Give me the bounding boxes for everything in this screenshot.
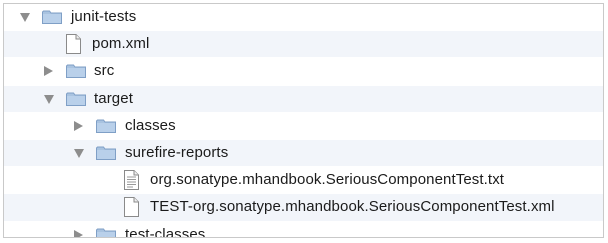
tree-row-src[interactable]: src [4, 58, 603, 86]
tree-row-surefire-reports[interactable]: surefire-reports [4, 139, 603, 168]
disclosure-collapsed-icon[interactable] [74, 120, 83, 131]
tree-row-pom-xml[interactable]: pom.xml [4, 31, 603, 59]
tree-row-classes[interactable]: classes [4, 113, 603, 140]
disclosure-expanded-icon[interactable] [44, 94, 54, 104]
disclosure-collapsed-icon[interactable] [44, 66, 53, 77]
tree-row-test-classes[interactable]: test-classes [4, 222, 603, 238]
tree-item-label: src [94, 62, 115, 80]
tree-row-xml-report[interactable]: TEST-org.sonatype.mhandbook.SeriousCompo… [4, 194, 603, 222]
folder-icon [66, 64, 86, 79]
tree-row-target[interactable]: target [4, 85, 603, 113]
tree-item-label: surefire-reports [125, 143, 229, 161]
tree-item-label: classes [125, 116, 176, 134]
tree-item-label: test-classes [125, 225, 206, 238]
folder-icon [96, 228, 116, 237]
disclosure-expanded-icon[interactable] [74, 148, 84, 158]
file-tree: junit-tests pom.xml src target classes s… [3, 3, 604, 238]
document-icon [66, 34, 81, 55]
folder-icon [66, 92, 86, 106]
tree-item-label: junit-tests [71, 8, 137, 25]
disclosure-collapsed-icon[interactable] [74, 229, 83, 237]
disclosure-expanded-icon[interactable] [20, 13, 30, 22]
tree-item-label: TEST-org.sonatype.mhandbook.SeriousCompo… [150, 198, 555, 216]
tree-item-label: org.sonatype.mhandbook.SeriousComponentT… [150, 171, 505, 189]
tree-row-txt-report[interactable]: org.sonatype.mhandbook.SeriousComponentT… [4, 167, 603, 195]
tree-item-label: pom.xml [92, 35, 150, 53]
folder-icon [96, 146, 116, 160]
folder-icon [42, 10, 62, 24]
folder-icon [96, 119, 116, 133]
text-document-icon [124, 170, 139, 191]
tree-item-label: target [94, 89, 133, 107]
tree-row-junit-tests[interactable]: junit-tests [4, 4, 603, 32]
document-icon [124, 197, 139, 218]
